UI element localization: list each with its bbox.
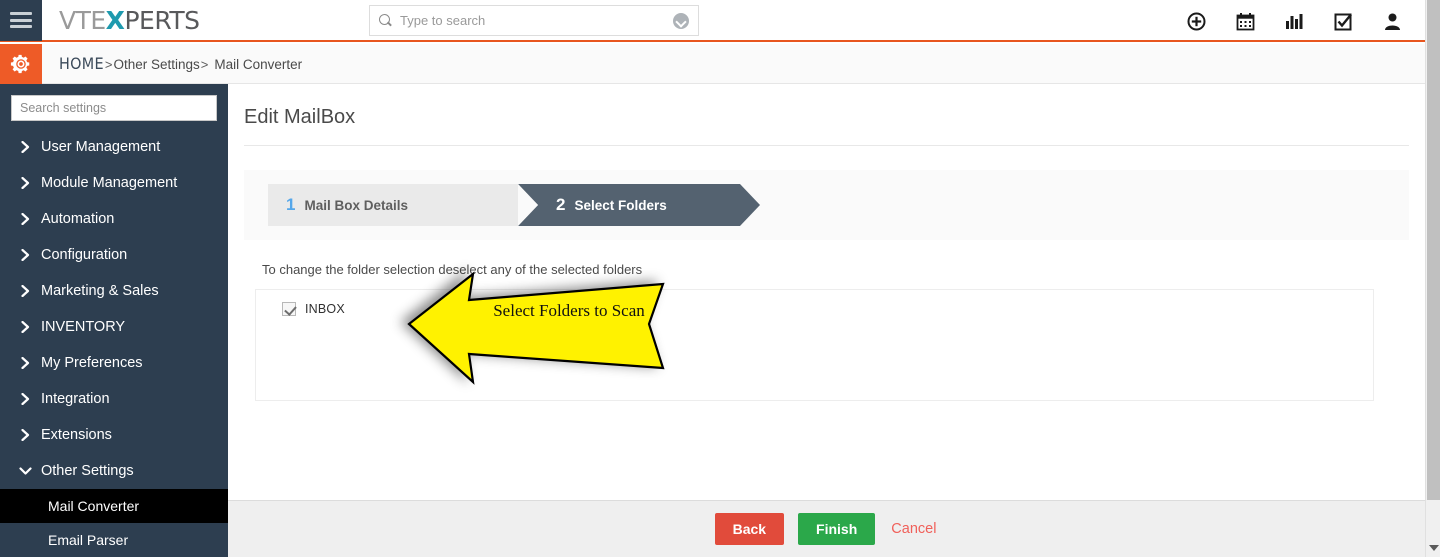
sidebar-item-automation[interactable]: Automation [0, 201, 228, 237]
global-search-box[interactable] [369, 5, 699, 36]
sidebar-item-label: Automation [41, 211, 115, 227]
settings-gear-button[interactable] [0, 43, 42, 84]
sidebar-item-my-preferences[interactable]: My Preferences [0, 345, 228, 381]
sidebar-item-label: Marketing & Sales [41, 283, 159, 299]
folder-list-panel: INBOX [255, 289, 1374, 401]
sidebar-item-label: Other Settings [41, 463, 134, 479]
application-window: VTE X PERTS Type to search HOME > Other … [0, 0, 1440, 557]
breadcrumb-home[interactable]: HOME [59, 54, 104, 73]
sidebar-item-module-management[interactable]: Module Management [0, 165, 228, 201]
wizard-step-number: 1 [286, 195, 296, 214]
wizard-step-label: Mail Box Details [304, 197, 408, 213]
main-content: Edit MailBox 1 Mail Box Details 2 Select… [228, 84, 1425, 500]
user-profile-icon[interactable] [1381, 10, 1403, 32]
sidebar-item-label: Configuration [41, 247, 128, 263]
app-logo[interactable]: VTE X PERTS [59, 6, 200, 35]
folder-label: INBOX [305, 302, 345, 316]
chevron-right-icon [18, 141, 32, 153]
page-title: Edit MailBox [244, 106, 356, 128]
sidebar-item-marketing-sales[interactable]: Marketing & Sales [0, 273, 228, 309]
cancel-link[interactable]: Cancel [889, 513, 938, 545]
breadcrumb-separator-2: > [200, 57, 209, 72]
sidebar-subitem-email-parser[interactable]: Email Parser [0, 523, 228, 557]
top-icon-group [1185, 0, 1403, 42]
folder-selection-hint: To change the folder selection deselect … [262, 262, 643, 277]
sidebar-subitem-label: Email Parser [48, 532, 129, 548]
breadcrumb-other-settings[interactable]: Other Settings [113, 57, 199, 72]
logo-part-vte: VTE [59, 5, 106, 35]
wizard-footer: Back Finish Cancel [228, 500, 1425, 557]
sidebar-item-configuration[interactable]: Configuration [0, 237, 228, 273]
sidebar-item-label: Module Management [41, 175, 178, 191]
calendar-icon[interactable] [1234, 10, 1256, 32]
search-icon [379, 13, 393, 28]
wizard-steps: 1 Mail Box Details 2 Select Folders [268, 184, 760, 226]
breadcrumb-bar: HOME > Other Settings > Mail Converter [0, 43, 1425, 84]
sidebar-item-extensions[interactable]: Extensions [0, 417, 228, 453]
sidebar-item-other-settings[interactable]: Other Settings [0, 453, 228, 489]
sidebar-subitem-mail-converter[interactable]: Mail Converter [0, 489, 228, 523]
search-input[interactable] [400, 13, 673, 28]
hamburger-menu-button[interactable] [0, 0, 42, 41]
folder-checkbox-inbox[interactable] [282, 302, 296, 316]
chevron-right-icon [18, 429, 32, 441]
sidebar-item-integration[interactable]: Integration [0, 381, 228, 417]
sidebar-item-user-management[interactable]: User Management [0, 129, 228, 165]
breadcrumb-mail-converter: Mail Converter [214, 57, 303, 72]
sidebar-item-label: Integration [41, 391, 110, 407]
settings-search-input[interactable] [11, 95, 217, 121]
title-divider [244, 145, 1409, 146]
chevron-right-icon [18, 249, 32, 261]
back-button[interactable]: Back [714, 513, 785, 545]
vertical-scrollbar[interactable] [1425, 0, 1440, 557]
logo-part-x: X [105, 5, 125, 35]
chevron-down-icon [18, 466, 32, 476]
hamburger-icon [10, 9, 32, 32]
sidebar-subitem-label: Mail Converter [48, 498, 140, 514]
wizard-step-bar: 1 Mail Box Details 2 Select Folders [244, 170, 1409, 240]
logo-part-perts: PERTS [124, 5, 200, 35]
chevron-right-icon [18, 213, 32, 225]
chevron-right-icon [18, 393, 32, 405]
chevron-right-icon [18, 177, 32, 189]
folder-list-item-inbox[interactable]: INBOX [256, 290, 1373, 316]
breadcrumb: HOME > Other Settings > Mail Converter [59, 54, 302, 73]
chevron-right-icon [18, 321, 32, 333]
sidebar-nav: User Management Module Management Automa… [0, 129, 228, 557]
chart-bar-icon[interactable] [1283, 10, 1305, 32]
wizard-step-select-folders[interactable]: 2 Select Folders [518, 184, 760, 226]
wizard-step-number: 2 [556, 195, 566, 214]
chevron-right-icon [18, 285, 32, 297]
breadcrumb-separator-1: > [104, 57, 113, 72]
scrollbar-thumb[interactable] [1427, 0, 1440, 500]
sidebar-item-label: User Management [41, 139, 161, 155]
add-circle-icon[interactable] [1185, 10, 1207, 32]
gear-icon [10, 54, 30, 73]
sidebar-item-inventory[interactable]: INVENTORY [0, 309, 228, 345]
chevron-down-circle-icon[interactable] [673, 12, 689, 29]
sidebar-item-label: INVENTORY [41, 319, 126, 335]
scroll-down-arrow-icon[interactable] [1429, 545, 1439, 551]
chevron-right-icon [18, 357, 32, 369]
wizard-step-label: Select Folders [574, 197, 667, 213]
sidebar-item-label: My Preferences [41, 355, 143, 371]
checkbox-task-icon[interactable] [1332, 10, 1354, 32]
wizard-step-mail-box-details[interactable]: 1 Mail Box Details [268, 184, 538, 226]
sidebar-item-label: Extensions [41, 427, 112, 443]
top-bar: VTE X PERTS [0, 0, 1425, 42]
settings-sidebar: User Management Module Management Automa… [0, 84, 228, 557]
finish-button[interactable]: Finish [798, 513, 876, 545]
